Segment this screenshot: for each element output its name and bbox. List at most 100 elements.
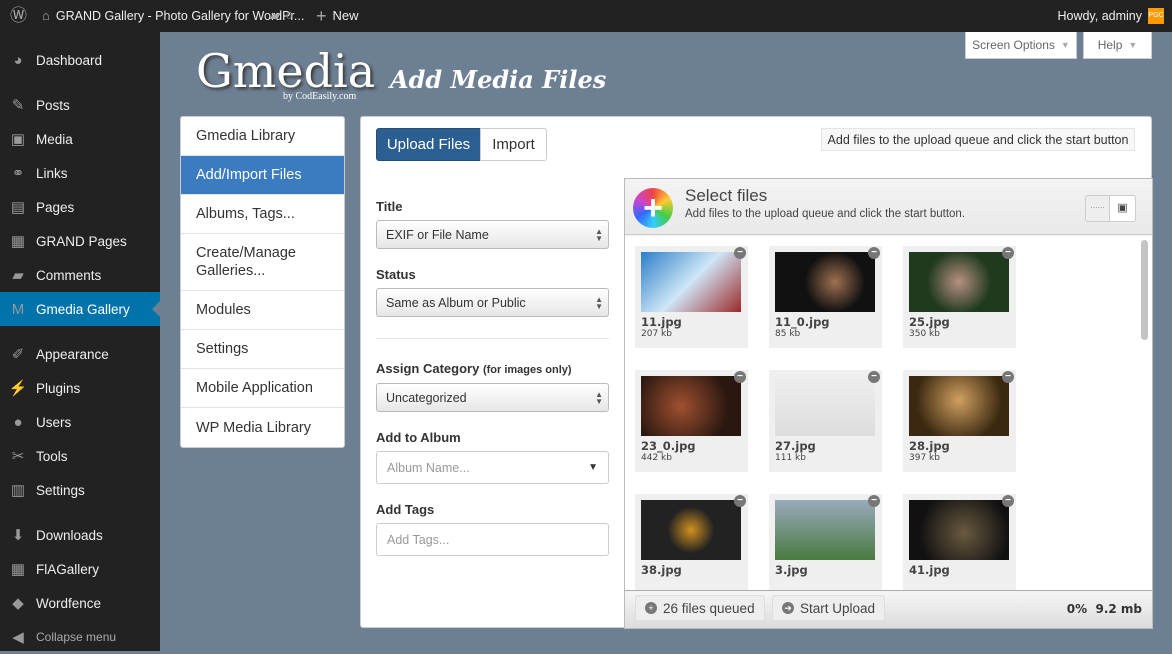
main-panel: Upload Files Import Add files to the upl… [360,116,1153,629]
add-files-icon[interactable]: + [633,188,673,228]
remove-icon[interactable]: − [734,371,746,383]
sidebar-item-links[interactable]: ⚭ Links [0,156,160,190]
title-select[interactable]: EXIF or File Name ▲ ▼ [376,220,609,249]
sidebar-item-pages[interactable]: ▤ Pages [0,190,160,224]
sidebar-item-flagallery[interactable]: ▦ FlAGallery [0,552,160,586]
menu-icon: ▥ [10,482,26,499]
menu-icon: ⚡ [8,380,28,397]
file-name: 27.jpg [775,439,816,453]
sidebar-item-appearance[interactable]: ✐ Appearance [0,337,160,371]
sidebar-item-tools[interactable]: ✂ Tools [0,439,160,473]
tab-import[interactable]: Import [480,128,547,161]
site-title-link[interactable]: ⌂ GRAND Gallery - Photo Gallery for WordP… [42,0,304,32]
sidebar-item-collapse-menu[interactable]: ◀ Collapse menu [0,620,160,654]
album-input[interactable]: Album Name... ▼ [376,451,609,484]
thumbnail-view-icon[interactable]: ▣ [1109,195,1136,222]
gnav-mobile[interactable]: Mobile Application [181,369,344,408]
menu-icon: ▤ [10,199,26,216]
menu-icon: ◕ [13,51,23,69]
sidebar-item-gmedia-gallery[interactable]: M Gmedia Gallery [0,292,160,326]
remove-icon[interactable]: − [734,247,746,259]
file-uploader: + Select files Add files to the upload q… [624,178,1153,629]
album-label: Add to Album [376,430,461,445]
start-upload-button[interactable]: ➜ Start Upload [772,595,886,621]
thumbnail-image [909,500,1009,560]
remove-icon[interactable]: − [1002,371,1014,383]
tab-upload-files[interactable]: Upload Files [376,128,481,161]
menu-icon: ⬇ [11,527,25,544]
menu-icon: ⚭ [11,165,25,182]
remove-icon[interactable]: − [734,495,746,507]
logo-subtitle: by CodEasily.com [283,91,357,102]
gnav-wp-media[interactable]: WP Media Library [181,408,344,447]
file-thumbnail[interactable]: − 25.jpg 350 kb [903,246,1016,348]
gnav-settings[interactable]: Settings [181,330,344,369]
sidebar-item-posts[interactable]: ✎ Posts [0,88,160,122]
file-thumbnail[interactable]: − 27.jpg 111 kb [769,370,882,472]
gnav-modules[interactable]: Modules [181,291,344,330]
comments-link[interactable]: ▰ 0 [270,0,292,32]
remove-icon[interactable]: − [868,371,880,383]
home-icon: ⌂ [42,8,50,23]
file-thumbnail[interactable]: − 11_0.jpg 85 kb [769,246,882,348]
status-label: Status [376,267,416,282]
remove-icon[interactable]: − [1002,247,1014,259]
gnav-albums-tags[interactable]: Albums, Tags... [181,195,344,234]
file-thumbnail[interactable]: − 11.jpg 207 kb [635,246,748,348]
gnav-add-import[interactable]: Add/Import Files [181,156,344,195]
file-queue: − 11.jpg 207 kb − 11_0.jpg 85 kb − 25.jpg 350 kb… [625,236,1152,590]
file-thumbnail[interactable]: − 41.jpg [903,494,1016,590]
file-name: 3.jpg [775,563,808,577]
file-size: 207 kb [641,329,672,339]
file-name: 28.jpg [909,439,950,453]
gnav-library[interactable]: Gmedia Library [181,117,344,156]
menu-icon: ✂ [11,448,25,465]
uploader-header: + Select files Add files to the upload q… [625,179,1152,235]
caret-down-icon: ▼ [1060,40,1070,50]
category-label: Assign Category (for images only) [376,361,572,376]
page-title: Add Media Files [390,65,607,94]
sidebar-item-wordfence[interactable]: ◆ Wordfence [0,586,160,620]
sidebar-item-media[interactable]: ▣ Media [0,122,160,156]
remove-icon[interactable]: − [868,495,880,507]
list-view-icon[interactable]: ⋯⋯ [1085,195,1110,222]
menu-icon: ▦ [10,561,26,578]
file-thumbnail[interactable]: − 38.jpg [635,494,748,590]
category-select[interactable]: Uncategorized ▲ ▼ [376,383,609,412]
sidebar-item-plugins[interactable]: ⚡ Plugins [0,371,160,405]
admin-bar: Ⓦ ⌂ GRAND Gallery - Photo Gallery for Wor… [0,0,1172,32]
file-name: 11.jpg [641,315,682,329]
scrollbar[interactable] [1141,240,1148,340]
select-arrows-icon: ▲ ▼ [595,389,603,406]
file-name: 25.jpg [909,315,950,329]
files-queued-button[interactable]: +26 files queued [635,595,765,621]
file-thumbnail[interactable]: − 23_0.jpg 442 kb [635,370,748,472]
thumbnail-image [775,252,875,312]
sidebar-item-users[interactable]: ● Users [0,405,160,439]
file-thumbnail[interactable]: − 28.jpg 397 kb [903,370,1016,472]
remove-icon[interactable]: − [1002,495,1014,507]
plus-icon: + [316,6,327,26]
sidebar-item-comments[interactable]: ▰ Comments [0,258,160,292]
select-files-title[interactable]: Select files [685,186,767,206]
upload-progress: 0% 9.2 mb [1066,602,1142,616]
admin-sidebar: ◕ Dashboard ✎ Posts ▣ Media ⚭ Links ▤ Pages ▦ GRAND… [0,32,160,651]
sidebar-item-dashboard[interactable]: ◕ Dashboard [0,43,160,77]
wordpress-logo-icon[interactable]: Ⓦ [10,0,27,32]
sidebar-item-settings[interactable]: ▥ Settings [0,473,160,507]
gnav-galleries[interactable]: Create/Manage Galleries... [181,234,344,291]
remove-icon[interactable]: − [868,247,880,259]
account-menu[interactable]: Howdy, adminy PGC [1057,0,1164,32]
screen-options-button[interactable]: Screen Options ▼ [965,32,1077,59]
status-select[interactable]: Same as Album or Public ▲ ▼ [376,288,609,317]
new-content-link[interactable]: + New [316,0,359,32]
menu-icon: ▣ [10,131,26,148]
sidebar-item-grand-pages[interactable]: ▦ GRAND Pages [0,224,160,258]
file-thumbnail[interactable]: − 3.jpg [769,494,882,590]
file-size: 85 kb [775,329,801,339]
sidebar-item-downloads[interactable]: ⬇ Downloads [0,518,160,552]
uploader-subtitle: Add files to the upload queue and click … [685,208,966,220]
select-arrows-icon: ▲ ▼ [595,294,603,311]
help-button[interactable]: Help ▼ [1083,32,1152,59]
tags-input[interactable]: Add Tags... [376,523,609,556]
